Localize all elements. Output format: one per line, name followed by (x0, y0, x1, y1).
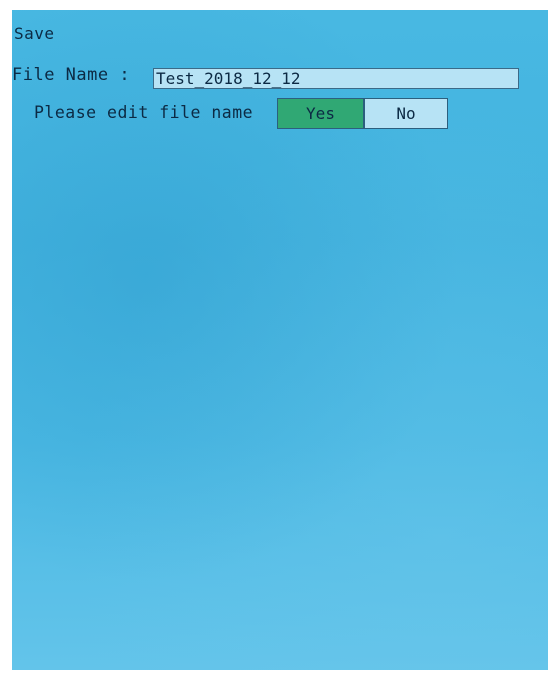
save-screen: Save File Name : Please edit file name Y… (12, 10, 548, 670)
filename-label: File Name : (12, 65, 131, 85)
edit-filename-prompt: Please edit file name (34, 103, 254, 122)
yes-button[interactable]: Yes (277, 98, 364, 129)
page-title: Save (14, 24, 55, 43)
filename-input[interactable] (153, 68, 519, 89)
no-button[interactable]: No (364, 98, 448, 129)
